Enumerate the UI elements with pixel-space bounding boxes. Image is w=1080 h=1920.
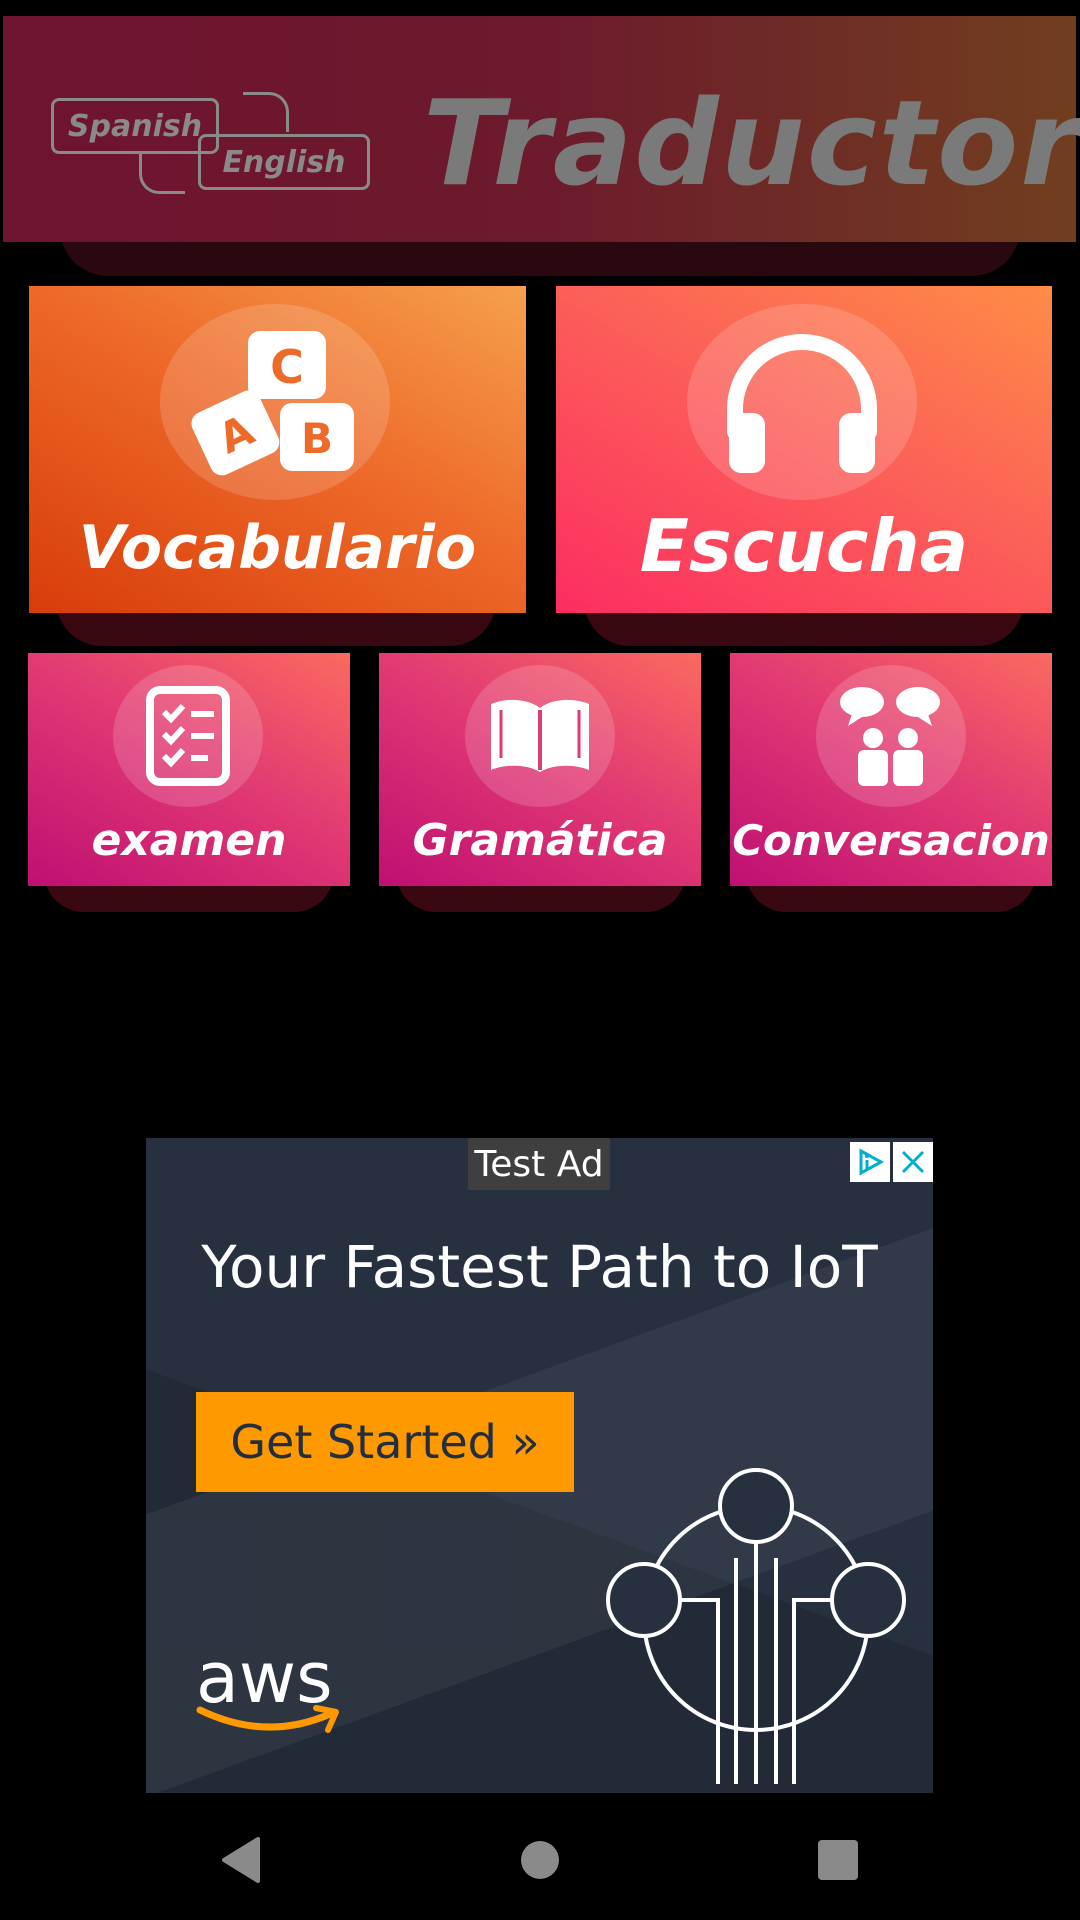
vocabulario-tile[interactable]: C A B Vocabulario — [29, 286, 526, 613]
ad-choices-icon[interactable] — [850, 1142, 890, 1182]
conversacion-label: Conversacion — [732, 816, 1050, 865]
examen-tile[interactable]: examen — [28, 653, 350, 886]
open-book-icon — [491, 699, 589, 772]
system-navbar — [0, 1800, 1080, 1920]
vocabulario-icon-circle: C A B — [160, 304, 390, 500]
gramatica-icon-circle — [465, 665, 615, 807]
app-header: Spanish English Traductor — [3, 16, 1080, 242]
examen-label: examen — [91, 815, 287, 866]
banner-ad[interactable]: Test Ad Your Fastest Path to IoT Get Sta… — [146, 1138, 933, 1793]
abc-blocks-icon: C A B — [191, 331, 354, 476]
close-icon[interactable] — [893, 1142, 933, 1182]
home-icon[interactable] — [500, 1830, 580, 1890]
amazon-smile-icon — [196, 1705, 339, 1733]
gramatica-label: Gramática — [412, 815, 668, 866]
logo-arrow-bottom — [139, 154, 185, 194]
back-icon[interactable] — [200, 1830, 280, 1890]
chat-people-icon — [840, 687, 940, 786]
svg-text:B: B — [301, 414, 333, 463]
iot-circuit-icon — [606, 1468, 906, 1784]
logo-arrow-top — [243, 92, 289, 132]
headphones-icon — [727, 334, 877, 473]
escucha-icon-circle — [687, 304, 917, 500]
logo-english: English — [198, 134, 370, 190]
escucha-tile[interactable]: Escucha — [556, 286, 1052, 613]
aws-logo: aws — [196, 1638, 376, 1748]
recents-icon[interactable] — [798, 1830, 878, 1890]
get-started-button[interactable]: Get Started » — [196, 1392, 574, 1492]
svg-text:C: C — [270, 340, 304, 394]
ad-headline: Your Fastest Path to IoT — [201, 1233, 878, 1301]
examen-icon-circle — [113, 665, 263, 807]
escucha-label: Escucha — [639, 504, 969, 588]
gramatica-tile[interactable]: Gramática — [379, 653, 701, 886]
vocabulario-label: Vocabulario — [78, 513, 477, 583]
test-ad-badge: Test Ad — [468, 1138, 610, 1190]
logo-spanish: Spanish — [51, 98, 219, 154]
app-title: Traductor — [423, 74, 1080, 212]
conversacion-tile[interactable]: Conversacion — [730, 653, 1052, 886]
conversacion-icon-circle — [816, 665, 966, 807]
checklist-icon — [146, 686, 230, 786]
